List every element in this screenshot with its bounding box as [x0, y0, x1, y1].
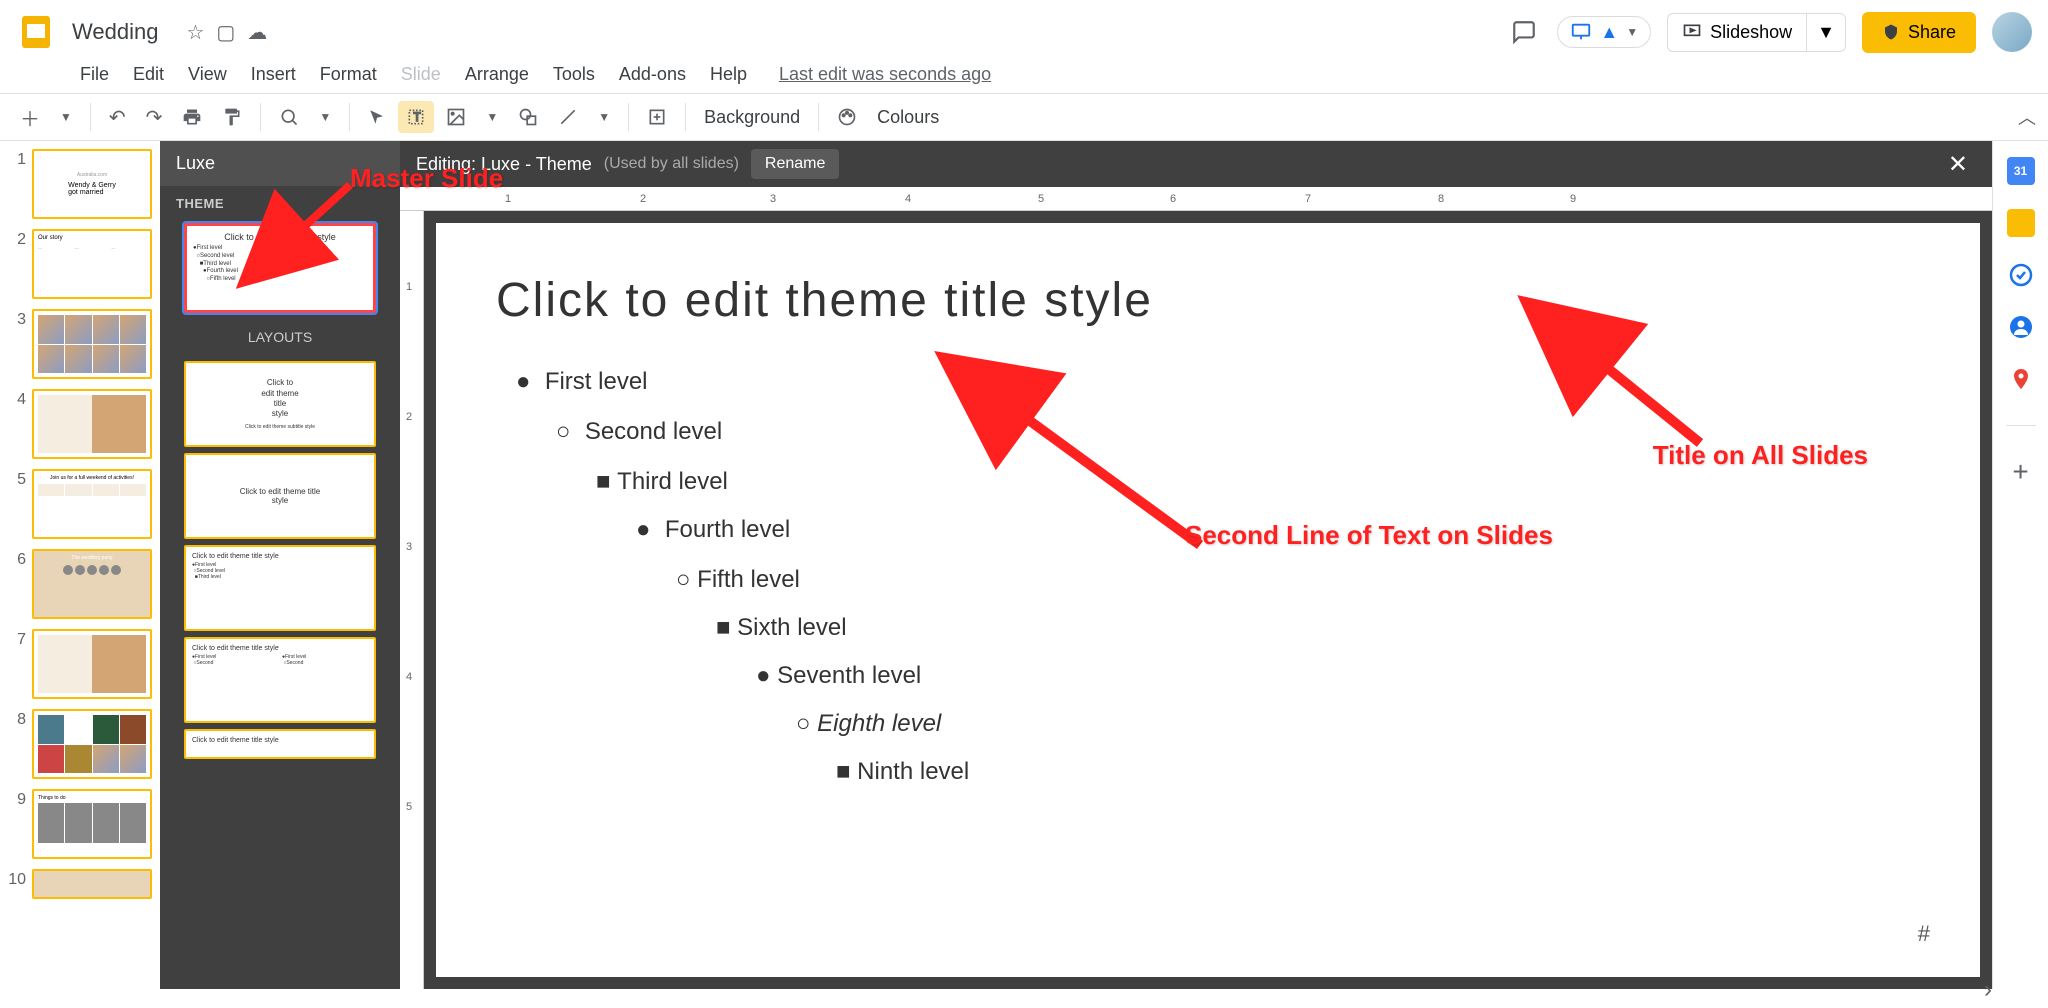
slideshow-button[interactable]: Slideshow [1667, 13, 1807, 52]
menu-slide: Slide [401, 64, 441, 85]
new-slide-dropdown[interactable]: ▼ [52, 104, 80, 130]
slides-app-icon[interactable] [16, 12, 56, 52]
slideshow-dropdown[interactable]: ▼ [1807, 13, 1846, 52]
image-tool[interactable] [438, 101, 474, 133]
comments-icon[interactable] [1507, 15, 1541, 49]
rename-button[interactable]: Rename [751, 149, 839, 179]
undo-button[interactable]: ↶ [101, 99, 134, 136]
zoom-dropdown[interactable]: ▼ [311, 104, 339, 130]
shape-tool[interactable] [510, 101, 546, 133]
slide-number: 5 [8, 469, 32, 489]
layout-thumb[interactable]: Click to edit theme titlestyle [184, 453, 376, 539]
slide-canvas[interactable]: Click to edit theme title style ● First … [436, 223, 1980, 977]
slide-thumb[interactable]: The wedding party [32, 549, 152, 619]
used-by-label: (Used by all slides) [604, 155, 739, 173]
slide-thumb[interactable]: Our story——— [32, 229, 152, 299]
slide-thumb[interactable]: Join us for a full weekend of activities… [32, 469, 152, 539]
last-edit-link[interactable]: Last edit was seconds ago [779, 64, 991, 85]
menu-format[interactable]: Format [320, 64, 377, 85]
slide-thumb[interactable] [32, 389, 152, 459]
paint-format-button[interactable] [214, 101, 250, 133]
vertical-ruler[interactable]: 12345 [400, 211, 424, 989]
slide-thumb[interactable] [32, 869, 152, 899]
close-master-icon[interactable]: ✕ [1940, 150, 1976, 179]
slide-thumb[interactable] [32, 709, 152, 779]
layout-thumb[interactable]: Click toedit themetitlestyleClick to edi… [184, 361, 376, 447]
print-button[interactable] [174, 101, 210, 133]
menu-arrange[interactable]: Arrange [465, 64, 529, 85]
star-icon[interactable]: ☆ [186, 20, 204, 45]
master-layouts-panel: Luxe THEME Click to edit theme title sty… [160, 141, 400, 989]
layout-thumb[interactable]: Click to edit theme title style●First le… [184, 545, 376, 631]
menu-help[interactable]: Help [710, 64, 747, 85]
image-dropdown[interactable]: ▼ [478, 104, 506, 130]
slide-thumb[interactable]: Things to do [32, 789, 152, 859]
background-button[interactable]: Background [696, 107, 808, 128]
cloud-icon[interactable]: ☁ [247, 20, 267, 45]
colours-icon[interactable] [829, 101, 865, 133]
page-number-placeholder[interactable]: # [1918, 921, 1930, 947]
slide-number: 10 [8, 869, 32, 889]
menu-view[interactable]: View [188, 64, 227, 85]
slide-number: 8 [8, 709, 32, 729]
calendar-icon[interactable]: 31 [2007, 157, 2035, 185]
slide-number: 6 [8, 549, 32, 569]
maps-icon[interactable] [2007, 365, 2035, 393]
scroll-right-icon[interactable]: › [1984, 976, 1992, 1004]
right-side-panel: 31 + [1992, 141, 2048, 989]
tasks-icon[interactable] [2007, 261, 2035, 289]
layouts-section-label: LAYOUTS [160, 319, 400, 355]
collapse-toolbar-icon[interactable]: ︿ [2018, 104, 2036, 130]
redo-button[interactable]: ↷ [138, 99, 171, 136]
slide-number: 4 [8, 389, 32, 409]
line-dropdown[interactable]: ▼ [590, 104, 618, 130]
slide-thumb[interactable]: Australia.comWendy & Gerrygot married [32, 149, 152, 219]
contacts-icon[interactable] [2007, 313, 2035, 341]
menu-tools[interactable]: Tools [553, 64, 595, 85]
menu-addons[interactable]: Add-ons [619, 64, 686, 85]
menu-file[interactable]: File [80, 64, 109, 85]
slide-thumb[interactable] [32, 309, 152, 379]
present-button[interactable]: ▲ ▼ [1557, 16, 1651, 48]
textbox-tool[interactable]: T [398, 101, 434, 133]
add-addon-icon[interactable]: + [2007, 458, 2035, 486]
new-slide-button[interactable]: ＋ [12, 97, 48, 138]
slide-thumbnails-panel: 1Australia.comWendy & Gerrygot married 2… [0, 141, 160, 989]
line-tool[interactable] [550, 101, 586, 133]
menu-edit[interactable]: Edit [133, 64, 164, 85]
slide-number: 2 [8, 229, 32, 249]
svg-text:T: T [414, 111, 421, 124]
share-button[interactable]: Share [1862, 12, 1976, 53]
zoom-button[interactable] [271, 101, 307, 133]
slide-number: 3 [8, 309, 32, 329]
user-avatar[interactable] [1992, 12, 2032, 52]
placeholder-tool[interactable] [639, 101, 675, 133]
slide-number: 1 [8, 149, 32, 169]
move-icon[interactable]: ▢ [216, 20, 235, 45]
keep-icon[interactable] [2007, 209, 2035, 237]
editing-label: Editing: Luxe - Theme [416, 154, 592, 175]
theme-title-placeholder[interactable]: Click to edit theme title style [496, 273, 1920, 328]
doc-title[interactable]: Wedding [72, 19, 158, 45]
slide-thumb[interactable] [32, 629, 152, 699]
layout-thumb[interactable]: Click to edit theme title style [184, 729, 376, 759]
slide-number: 7 [8, 629, 32, 649]
menu-insert[interactable]: Insert [251, 64, 296, 85]
layout-thumb[interactable]: Click to edit theme title style●First le… [184, 637, 376, 723]
colours-button[interactable]: Colours [869, 107, 947, 128]
horizontal-ruler[interactable]: 123456789 [400, 187, 1992, 211]
slide-number: 9 [8, 789, 32, 809]
select-tool[interactable] [360, 102, 394, 132]
